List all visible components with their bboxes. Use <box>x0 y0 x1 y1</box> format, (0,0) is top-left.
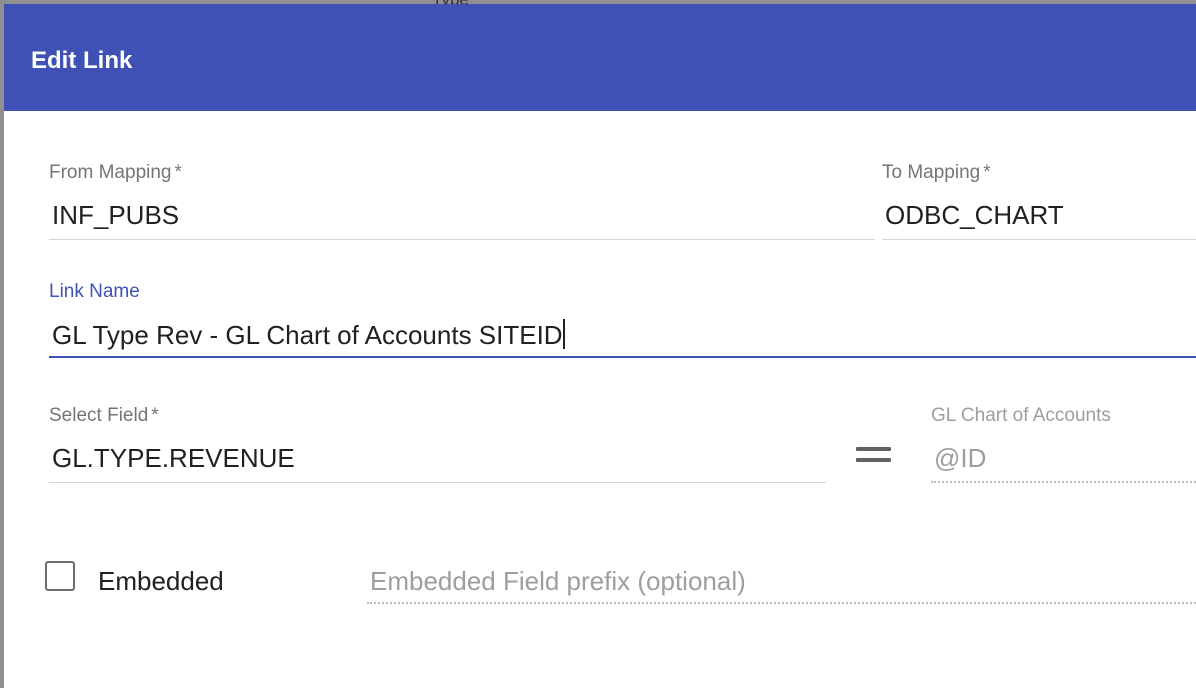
target-field-underline <box>931 481 1196 483</box>
target-field: GL Chart of Accounts @ID <box>931 405 1196 485</box>
dialog-header: Edit Link <box>4 4 1196 111</box>
select-field-underline <box>49 482 826 483</box>
text-caret <box>562 319 565 349</box>
target-field-value: @ID <box>934 443 987 473</box>
edit-link-dialog: Edit Link From Mapping * INF_PUBS To Mapp… <box>4 4 1196 688</box>
target-field-label: GL Chart of Accounts <box>931 405 1111 426</box>
from-mapping-label: From Mapping * <box>49 162 182 183</box>
to-mapping-underline <box>882 239 1196 240</box>
link-name-label: Link Name <box>49 281 140 302</box>
embedded-checkbox[interactable] <box>45 561 75 591</box>
to-mapping-label: To Mapping * <box>882 162 991 183</box>
link-name-value: GL Type Rev - GL Chart of Accounts SITEI… <box>52 320 563 350</box>
link-name-input[interactable]: GL Type Rev - GL Chart of Accounts SITEI… <box>52 319 565 351</box>
link-name-field[interactable]: Link Name GL Type Rev - GL Chart of Acco… <box>49 281 1196 361</box>
dialog-title: Edit Link <box>31 47 133 74</box>
from-mapping-field[interactable]: From Mapping * INF_PUBS <box>49 162 875 242</box>
embedded-prefix-underline <box>367 602 1196 604</box>
select-field-label: Select Field * <box>49 405 159 426</box>
embedded-label[interactable]: Embedded <box>98 566 224 597</box>
from-mapping-value[interactable]: INF_PUBS <box>52 200 179 231</box>
equals-icon <box>856 447 891 465</box>
select-field-value[interactable]: GL.TYPE.REVENUE <box>52 443 295 474</box>
link-name-underline <box>49 356 1196 358</box>
to-mapping-value[interactable]: ODBC_CHART <box>885 200 1064 231</box>
select-field-dropdown[interactable]: Select Field * GL.TYPE.REVENUE <box>49 405 826 485</box>
to-mapping-field[interactable]: To Mapping * ODBC_CHART <box>882 162 1196 242</box>
embedded-prefix-input[interactable]: Embedded Field prefix (optional) <box>367 566 1196 606</box>
from-mapping-underline <box>49 239 875 240</box>
embedded-prefix-placeholder: Embedded Field prefix (optional) <box>370 566 746 596</box>
